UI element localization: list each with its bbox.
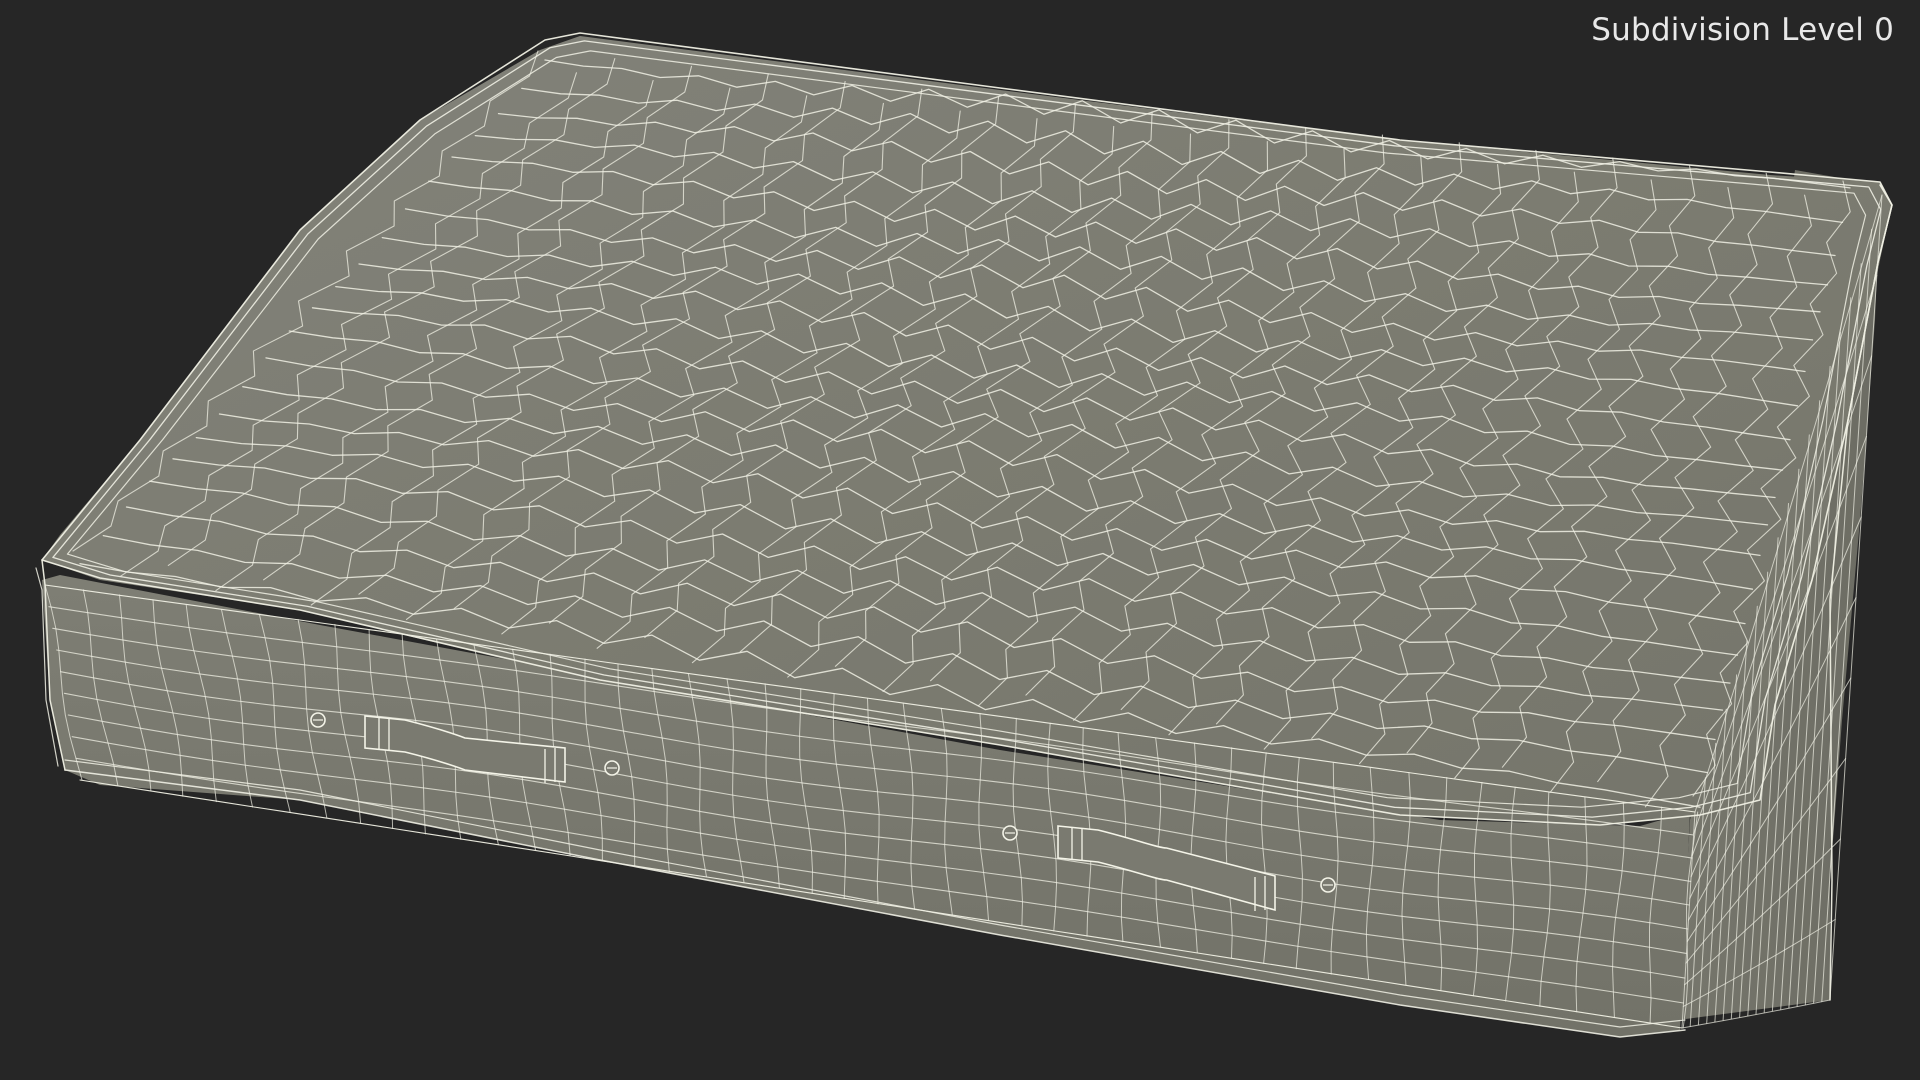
subdivision-level-label: Subdivision Level 0 <box>1591 12 1894 48</box>
render-viewport[interactable]: Subdivision Level 0 <box>0 0 1920 1080</box>
mattress-wireframe-model <box>35 32 1893 1038</box>
